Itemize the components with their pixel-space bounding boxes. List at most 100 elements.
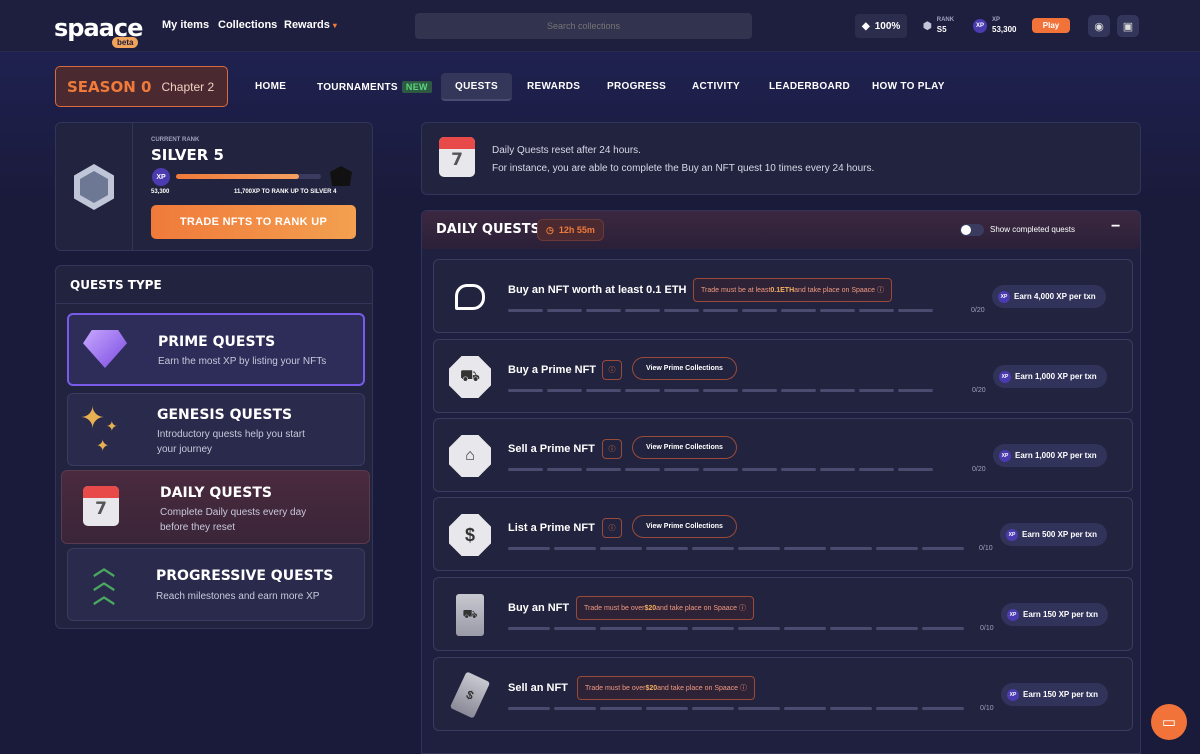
- view-prime-collections-button[interactable]: View Prime Collections: [632, 357, 737, 380]
- earn-badge: XP Earn 1,000 XP per txn: [993, 365, 1107, 388]
- sparkle-icon: ✦: [80, 402, 106, 435]
- chat-icon[interactable]: ▭: [1151, 704, 1187, 740]
- cond-value: $20: [644, 604, 657, 612]
- show-completed-toggle[interactable]: [960, 224, 984, 236]
- diamond-icon: ◆: [862, 20, 870, 32]
- quest-progress: [508, 707, 964, 710]
- earn-badge: XP Earn 150 XP per txn: [1001, 603, 1108, 626]
- earn-text: Earn 1,000 XP per txn: [1015, 451, 1097, 460]
- wallet-icon[interactable]: ▣: [1117, 15, 1139, 37]
- diamond-icon: [83, 330, 127, 368]
- quest-progress: [508, 389, 933, 392]
- rank-label: RANK: [936, 17, 955, 23]
- quest-count: 0/20: [972, 466, 986, 473]
- tab-how-to-play[interactable]: HOW TO PLAY: [872, 73, 945, 101]
- top-bar: spaace beta My items Collections Rewards…: [0, 0, 1200, 52]
- earn-text: Earn 150 XP per txn: [1023, 610, 1098, 619]
- cond-text: Trade must be over: [585, 684, 646, 692]
- season-banner[interactable]: SEASON 0 Chapter 2: [55, 66, 228, 107]
- rank-badge-icon: ⬢: [923, 20, 932, 32]
- new-badge: NEW: [401, 81, 432, 93]
- chapter-label: Chapter 2: [161, 79, 215, 94]
- beta-badge: beta: [112, 37, 139, 48]
- nav-collections[interactable]: Collections: [218, 19, 277, 31]
- quest-name: Buy an NFT worth at least 0.1 ETH: [508, 284, 687, 296]
- calendar-day: 7: [451, 150, 463, 170]
- info-line-1: Daily Quests reset after 24 hours.: [492, 145, 641, 156]
- xp-value: 53,300: [992, 25, 1017, 34]
- quest-condition: Trade must be over $20 and take place on…: [576, 596, 755, 620]
- dollar-icon: $: [448, 513, 492, 557]
- quest-count: 0/20: [971, 307, 985, 314]
- tab-rewards[interactable]: REWARDS: [527, 73, 580, 101]
- season-label: SEASON 0: [67, 77, 152, 96]
- info-icon[interactable]: ⓘ: [602, 439, 622, 459]
- tab-quests[interactable]: QUESTS: [441, 73, 512, 101]
- search-input[interactable]: [415, 13, 752, 39]
- tab-home[interactable]: HOME: [255, 73, 286, 101]
- zoom-indicator[interactable]: ◆ 100%: [855, 14, 908, 38]
- calendar-icon: 7: [439, 137, 475, 177]
- quest-type-title: GENESIS QUESTS: [157, 407, 293, 423]
- quest-progress: [508, 627, 964, 630]
- tab-tournaments[interactable]: TOURNAMENTS NEW: [317, 73, 432, 101]
- quest-type-title: PRIME QUESTS: [158, 334, 276, 350]
- rank-progress-fill: [176, 174, 300, 179]
- rank-indicator[interactable]: ⬢ RANK S5: [916, 14, 961, 38]
- xp-icon: XP: [973, 19, 987, 33]
- quest-name: Buy an NFT: [508, 602, 570, 614]
- earn-text: Earn 150 XP per txn: [1023, 690, 1098, 699]
- silver-rank-icon: [74, 164, 114, 210]
- quest-row: $ Sell an NFT Trade must be over $20 and…: [433, 657, 1133, 731]
- nav-rewards[interactable]: Rewards ▾: [284, 19, 337, 31]
- info-icon[interactable]: ⓘ: [602, 518, 622, 538]
- quest-count: 0/20: [972, 387, 986, 394]
- price-tag-icon: $: [448, 671, 492, 719]
- spaace-logo-icon: [448, 275, 492, 319]
- quest-count: 0/10: [979, 545, 993, 552]
- nav-my-items[interactable]: My items: [162, 19, 209, 31]
- quests-type-panel: QUESTS TYPE PRIME QUESTS Earn the most X…: [55, 265, 373, 629]
- xp-icon: XP: [1006, 528, 1018, 541]
- quest-progress: [508, 547, 964, 550]
- xp-icon: XP: [152, 168, 170, 186]
- info-icon[interactable]: ⓘ: [602, 360, 622, 380]
- quest-type-genesis[interactable]: ✦ ✦ ✦ GENESIS QUESTS Introductory quests…: [67, 393, 365, 466]
- collapse-icon[interactable]: −: [1111, 218, 1120, 236]
- show-completed-label: Show completed quests: [990, 225, 1075, 234]
- quest-row: ⛟ Buy an NFT Trade must be over $20 and …: [433, 577, 1133, 651]
- sparkle-small-icon-2: ✦: [96, 438, 110, 455]
- xp-icon: XP: [1007, 608, 1019, 621]
- quests-type-heading: QUESTS TYPE: [70, 278, 162, 292]
- daily-quests-title: DAILY QUESTS: [436, 222, 540, 237]
- timer-value: 12h 55m: [558, 225, 595, 235]
- daily-info-box: 7 Daily Quests reset after 24 hours. For…: [421, 122, 1141, 195]
- quest-type-prime[interactable]: PRIME QUESTS Earn the most XP by listing…: [67, 313, 365, 386]
- rank-emblem: [56, 123, 133, 251]
- trade-nfts-button[interactable]: TRADE NFTS TO RANK UP: [151, 205, 356, 239]
- nav-rewards-label: Rewards: [284, 19, 330, 31]
- xp-indicator[interactable]: XP XP 53,300: [966, 14, 1023, 38]
- user-icon[interactable]: ◉: [1088, 15, 1110, 37]
- info-icon: ⓘ: [877, 287, 885, 294]
- xp-icon: XP: [1007, 688, 1019, 701]
- earn-text: Earn 4,000 XP per txn: [1014, 292, 1096, 301]
- quest-name: Sell an NFT: [508, 682, 568, 694]
- rank-xp-value: 53,300: [151, 189, 170, 195]
- view-prime-collections-button[interactable]: View Prime Collections: [632, 515, 737, 538]
- quest-type-progressive[interactable]: ︿ ︿ ︿ PROGRESSIVE QUESTS Reach milestones …: [67, 548, 365, 621]
- quest-condition: Trade must be at least 0.1ETH and take p…: [693, 278, 893, 302]
- view-prime-collections-button[interactable]: View Prime Collections: [632, 436, 737, 459]
- timer-icon: ◷: [546, 224, 554, 235]
- earn-badge: XP Earn 4,000 XP per txn: [992, 285, 1106, 308]
- tab-progress[interactable]: PROGRESS: [607, 73, 666, 101]
- play-button[interactable]: Play: [1032, 18, 1070, 33]
- xp-label: XP: [992, 17, 1001, 23]
- quest-name: Buy a Prime NFT: [508, 364, 597, 376]
- tab-activity[interactable]: ACTIVITY: [692, 73, 740, 101]
- xp-icon: XP: [999, 449, 1011, 462]
- tab-leaderboard[interactable]: LEADERBOARD: [769, 73, 850, 101]
- cart-card-icon: ⛟: [448, 593, 492, 637]
- cond-text-2: and take place on Spaace: [794, 286, 876, 294]
- quest-type-daily[interactable]: 7 DAILY QUESTS Complete Daily quests eve…: [61, 470, 370, 544]
